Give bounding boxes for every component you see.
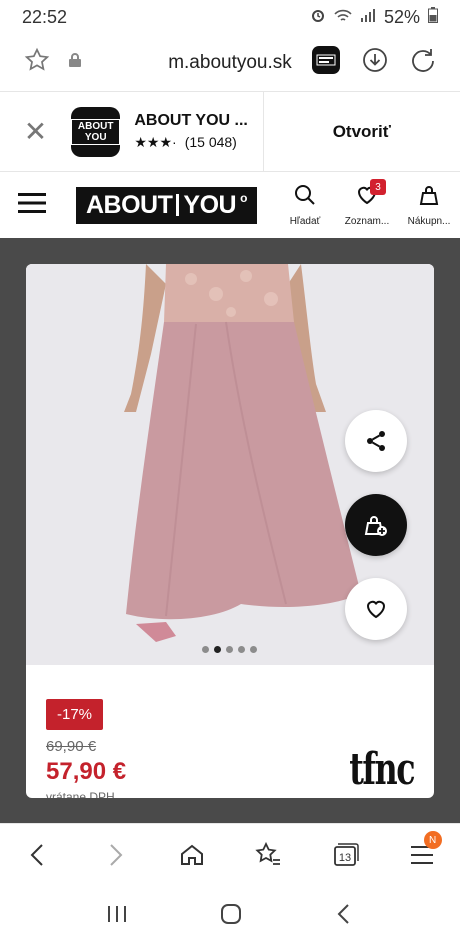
wishlist-button[interactable]: 3 Zoznam... <box>336 179 398 227</box>
search-label: Hľadať <box>289 216 321 227</box>
system-home-icon[interactable] <box>219 902 243 931</box>
app-rating: ★★★· (15 048) <box>134 134 262 151</box>
site-logo[interactable]: ABOUT YOU o <box>76 186 257 224</box>
wishlist-count-badge: 3 <box>370 179 386 195</box>
share-icon <box>367 431 385 451</box>
content-backdrop: -17% 69,90 € 57,90 € vrátane DPH tfnc <box>0 238 460 823</box>
close-icon[interactable]: ✕ <box>0 115 71 148</box>
app-install-banner: ✕ ABOUT YOU ABOUT YOU ... ★★★· (15 048) … <box>0 91 460 172</box>
battery-level: 52% <box>383 6 420 27</box>
system-nav-bar <box>0 886 460 946</box>
site-header: ABOUT YOU o Hľadať 3 Zoznam... Nákupn... <box>0 172 460 238</box>
signal-icon <box>360 7 376 28</box>
system-back-icon[interactable] <box>334 902 354 931</box>
hamburger-menu-icon[interactable] <box>18 192 46 219</box>
discount-badge: -17% <box>46 699 104 730</box>
star-list-icon <box>255 842 281 865</box>
gallery-dot[interactable] <box>202 646 209 653</box>
logo-ring-icon: o <box>240 190 247 205</box>
search-button[interactable]: Hľadať <box>274 183 336 227</box>
gallery-dots <box>202 646 257 653</box>
chevron-left-icon <box>30 844 44 866</box>
search-icon <box>293 183 317 212</box>
site-app-icon[interactable] <box>312 46 340 79</box>
vat-note: vrátane DPH <box>46 790 115 798</box>
alarm-icon <box>310 7 326 28</box>
home-icon <box>180 844 203 865</box>
brand-logo[interactable]: tfnc <box>349 744 415 795</box>
browser-url-bar: m.aboutyou.sk <box>0 34 460 92</box>
sale-price: 57,90 € <box>46 758 127 785</box>
wifi-icon <box>334 7 352 28</box>
bookmark-star-icon[interactable] <box>24 47 50 78</box>
download-icon[interactable] <box>362 47 388 78</box>
lock-icon <box>68 52 82 73</box>
chevron-right-icon <box>110 844 123 866</box>
gallery-dot[interactable] <box>226 646 233 653</box>
status-bar: 22:52 52% <box>0 0 460 34</box>
original-price: 69,90 € <box>46 738 97 755</box>
recent-apps-icon[interactable] <box>106 904 128 929</box>
rating-stars-icon: ★★★· <box>134 134 177 150</box>
notification-badge: N <box>423 831 442 849</box>
reload-icon[interactable] <box>410 47 436 78</box>
forward-button[interactable] <box>91 831 139 879</box>
cart-label: Nákupn... <box>407 216 451 227</box>
gallery-dot[interactable] <box>238 646 245 653</box>
tabs-button[interactable]: 13 <box>321 831 369 879</box>
product-card[interactable]: -17% 69,90 € 57,90 € vrátane DPH tfnc <box>26 264 434 798</box>
bag-add-icon <box>364 516 387 536</box>
heart-outline-icon <box>366 600 386 619</box>
browser-menu-button[interactable]: N <box>398 831 446 879</box>
shopping-bag-icon <box>417 183 441 212</box>
gallery-dot[interactable] <box>250 646 257 653</box>
app-logo-icon: ABOUT YOU <box>71 106 121 157</box>
wishlist-label: Zoznam... <box>344 216 390 227</box>
share-button[interactable] <box>345 410 407 472</box>
bookmarks-button[interactable] <box>244 831 292 879</box>
svg-text:13: 13 <box>339 852 351 864</box>
add-to-wishlist-button[interactable] <box>345 578 407 640</box>
status-icons: 52% <box>310 6 438 28</box>
cart-button[interactable]: Nákupn... <box>398 183 460 227</box>
rating-count: (15 048) <box>184 134 237 150</box>
product-image[interactable] <box>26 264 434 665</box>
open-app-button[interactable]: Otvoriť <box>262 91 460 172</box>
gallery-dot-active[interactable] <box>214 646 221 653</box>
status-time: 22:52 <box>22 6 68 27</box>
battery-icon <box>428 6 438 28</box>
home-button[interactable] <box>168 831 216 879</box>
add-to-cart-button[interactable] <box>345 494 407 556</box>
back-button[interactable] <box>14 831 62 879</box>
tabs-icon: 13 <box>334 843 359 866</box>
app-info: ABOUT YOU ... ★★★· (15 048) <box>134 112 262 151</box>
app-name: ABOUT YOU ... <box>134 112 248 129</box>
browser-bottom-nav: 13 N <box>0 823 460 886</box>
